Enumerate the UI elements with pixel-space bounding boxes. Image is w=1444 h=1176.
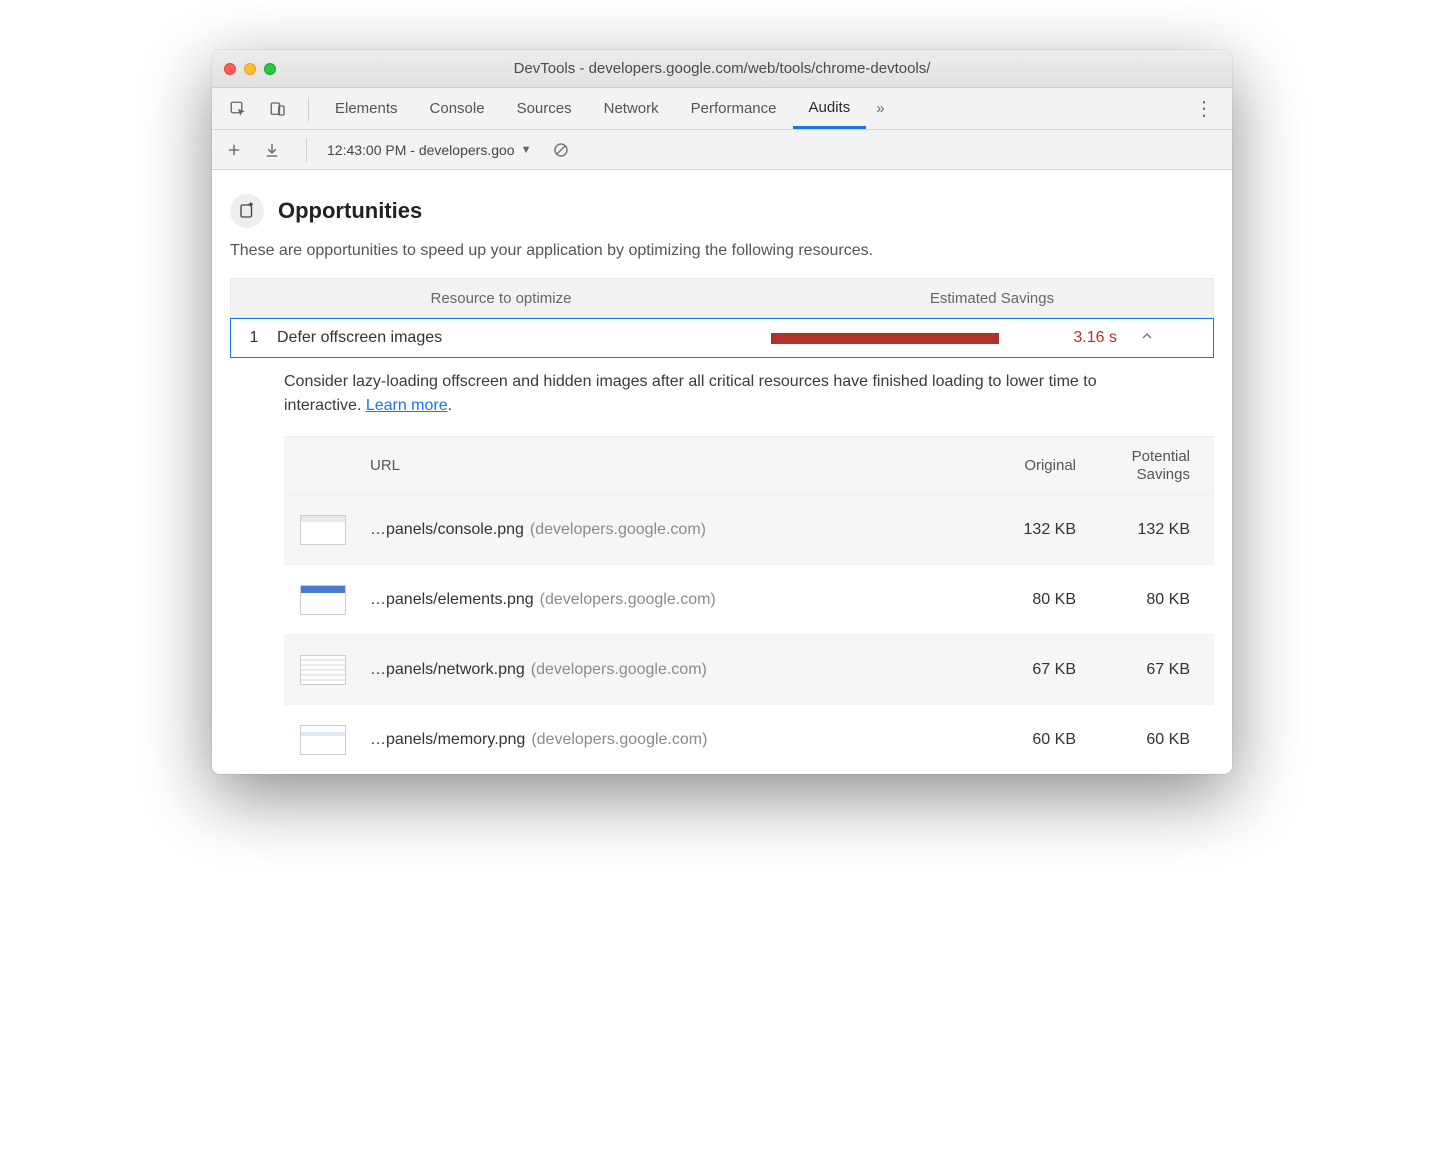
audits-toolbar: 12:43:00 PM - developers.goo ▼ [212, 130, 1232, 170]
zoom-window-button[interactable] [264, 63, 276, 75]
resource-row[interactable]: …panels/memory.png (developers.google.com… [284, 704, 1214, 774]
opportunity-index: 1 [231, 329, 277, 347]
device-toolbar-icon[interactable] [264, 95, 292, 123]
tab-sources[interactable]: Sources [501, 88, 588, 129]
window-controls [224, 63, 276, 75]
opportunity-label: Defer offscreen images [277, 329, 771, 347]
savings-bar [771, 333, 1015, 344]
col-resource: Resource to optimize [231, 290, 771, 307]
resource-savings: 60 KB [1084, 731, 1214, 749]
thumbnail-icon [300, 725, 346, 755]
resource-path: …panels/elements.png [370, 591, 534, 608]
resource-host: (developers.google.com) [531, 731, 707, 748]
opportunity-header-row: Resource to optimize Estimated Savings [230, 278, 1214, 318]
more-tabs-button[interactable]: » [866, 88, 894, 129]
resource-original: 132 KB [954, 521, 1084, 539]
collapse-chevron-icon[interactable] [1125, 328, 1169, 349]
thumbnail-icon [300, 515, 346, 545]
resource-savings: 80 KB [1084, 591, 1214, 609]
tab-console[interactable]: Console [414, 88, 501, 129]
resource-host: (developers.google.com) [540, 591, 716, 608]
download-report-icon[interactable] [258, 136, 286, 164]
resource-original: 67 KB [954, 661, 1084, 679]
tab-audits[interactable]: Audits [793, 88, 867, 129]
resource-row[interactable]: …panels/elements.png (developers.google.c… [284, 564, 1214, 634]
resource-path: …panels/network.png [370, 661, 525, 678]
col-original: Original [954, 457, 1084, 474]
resource-original: 80 KB [954, 591, 1084, 609]
thumbnail-icon [300, 655, 346, 685]
minimize-window-button[interactable] [244, 63, 256, 75]
tab-network[interactable]: Network [588, 88, 675, 129]
section-description: These are opportunities to speed up your… [230, 242, 1214, 260]
resource-original: 60 KB [954, 731, 1084, 749]
separator [308, 97, 309, 121]
opportunity-description: Consider lazy-loading offscreen and hidd… [230, 358, 1150, 436]
devtools-tabbar: Elements Console Sources Network Perform… [212, 88, 1232, 130]
col-savings: Estimated Savings [771, 290, 1213, 307]
dropdown-caret-icon: ▼ [521, 144, 532, 156]
learn-more-link[interactable]: Learn more [366, 397, 448, 414]
tab-performance[interactable]: Performance [675, 88, 793, 129]
opportunity-value: 3.16 s [1015, 329, 1125, 347]
opportunities-icon [230, 194, 264, 228]
devtools-window: DevTools - developers.google.com/web/too… [212, 50, 1232, 774]
resources-body: …panels/console.png (developers.google.co… [284, 494, 1214, 774]
inspect-element-icon[interactable] [224, 95, 252, 123]
new-audit-icon[interactable] [220, 136, 248, 164]
panel-tabs: Elements Console Sources Network Perform… [319, 88, 895, 129]
resource-savings: 67 KB [1084, 661, 1214, 679]
resources-table: URL Original Potential Savings …panels/c… [284, 436, 1214, 774]
clear-icon[interactable] [547, 136, 575, 164]
col-url: URL [370, 457, 954, 474]
thumbnail-icon [300, 585, 346, 615]
tab-elements[interactable]: Elements [319, 88, 414, 129]
resource-row[interactable]: …panels/network.png (developers.google.co… [284, 634, 1214, 704]
window-title: DevTools - developers.google.com/web/too… [212, 60, 1232, 77]
audit-session-label: 12:43:00 PM - developers.goo [327, 142, 515, 158]
close-window-button[interactable] [224, 63, 236, 75]
separator [306, 138, 307, 162]
opportunity-row[interactable]: 1 Defer offscreen images 3.16 s [230, 318, 1214, 358]
titlebar: DevTools - developers.google.com/web/too… [212, 50, 1232, 88]
resources-header: URL Original Potential Savings [284, 436, 1214, 494]
resource-path: …panels/memory.png [370, 731, 525, 748]
col-potential-savings: Potential Savings [1084, 448, 1214, 484]
resource-row[interactable]: …panels/console.png (developers.google.co… [284, 494, 1214, 564]
resource-path: …panels/console.png [370, 521, 524, 538]
resource-savings: 132 KB [1084, 521, 1214, 539]
section-title: Opportunities [278, 198, 422, 224]
resource-host: (developers.google.com) [531, 661, 707, 678]
resource-host: (developers.google.com) [530, 521, 706, 538]
devtools-menu-icon[interactable]: ⋮ [1182, 96, 1226, 121]
audit-session-select[interactable]: 12:43:00 PM - developers.goo ▼ [327, 142, 531, 158]
audits-content: Opportunities These are opportunities to… [212, 170, 1232, 774]
